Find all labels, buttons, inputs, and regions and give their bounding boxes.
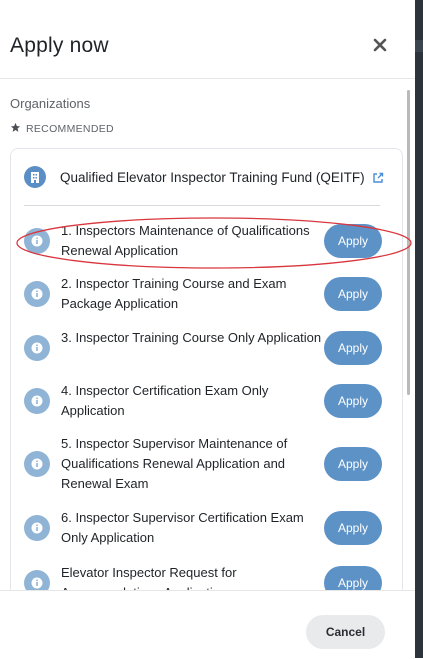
list-item: 2. Inspector Training Course and Exam Pa…: [24, 274, 384, 318]
apply-button[interactable]: Apply: [324, 447, 382, 481]
star-icon: [10, 122, 21, 136]
building-icon: [24, 166, 46, 188]
list-item: 3. Inspector Training Course Only Applic…: [24, 328, 384, 372]
organization-name: Qualified Elevator Inspector Training Fu…: [60, 169, 365, 185]
external-link-icon[interactable]: [372, 171, 384, 183]
background-page-strip: [415, 0, 423, 658]
info-icon[interactable]: [24, 388, 50, 414]
card-divider: [24, 205, 380, 206]
recommended-label: RECOMMENDED: [10, 122, 114, 136]
cancel-button[interactable]: Cancel: [306, 615, 385, 649]
apply-now-dialog: Apply now Organizations RECOMMENDED Qual…: [0, 0, 415, 659]
info-icon[interactable]: [24, 281, 50, 307]
dialog-title: Apply now: [10, 34, 109, 57]
info-icon[interactable]: [24, 228, 50, 254]
info-icon[interactable]: [24, 335, 50, 361]
dialog-header: Apply now: [0, 0, 415, 79]
application-label: 2. Inspector Training Course and Exam Pa…: [61, 276, 287, 311]
application-label: 3. Inspector Training Course Only Applic…: [61, 330, 322, 345]
recommended-text: RECOMMENDED: [26, 123, 114, 135]
apply-button[interactable]: Apply: [324, 331, 382, 365]
application-label: 4. Inspector Certification Exam Only App…: [61, 383, 269, 418]
organizations-label: Organizations: [10, 96, 91, 111]
info-icon[interactable]: [24, 515, 50, 541]
application-label: 1. Inspectors Maintenance of Qualificati…: [61, 223, 310, 258]
list-item: 5. Inspector Supervisor Maintenance of Q…: [24, 434, 384, 496]
list-item: 4. Inspector Certification Exam Only App…: [24, 381, 384, 425]
apply-button[interactable]: Apply: [324, 384, 382, 418]
list-item: 1. Inspectors Maintenance of Qualificati…: [24, 221, 384, 265]
application-label: 5. Inspector Supervisor Maintenance of Q…: [61, 436, 288, 491]
apply-button[interactable]: Apply: [324, 224, 382, 258]
organization-header: Qualified Elevator Inspector Training Fu…: [24, 166, 384, 188]
list-item: 6. Inspector Supervisor Certification Ex…: [24, 508, 384, 552]
background-page-notch: [415, 40, 423, 52]
scrollbar[interactable]: [407, 90, 410, 395]
application-label: 6. Inspector Supervisor Certification Ex…: [61, 510, 304, 545]
apply-button[interactable]: Apply: [324, 511, 382, 545]
apply-button[interactable]: Apply: [324, 277, 382, 311]
info-icon[interactable]: [24, 451, 50, 477]
close-icon[interactable]: [369, 34, 391, 56]
